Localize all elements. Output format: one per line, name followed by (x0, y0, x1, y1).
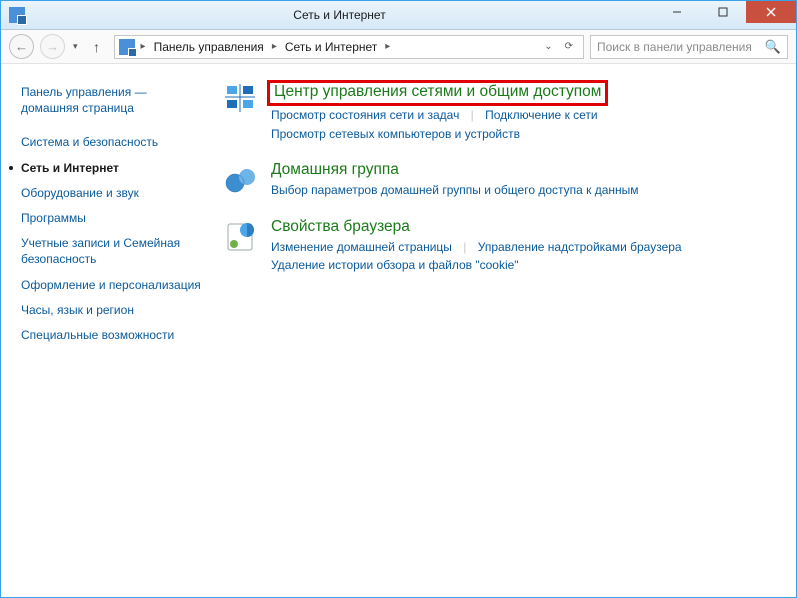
chevron-right-icon[interactable]: ▸ (383, 41, 392, 52)
main-area: Панель управления — домашняя страница Си… (1, 64, 796, 597)
sidebar-item-hardware-sound[interactable]: Оборудование и звук (21, 185, 201, 201)
category-title-homegroup[interactable]: Домашняя группа (271, 161, 399, 179)
sidebar-item-accounts-family[interactable]: Учетные записи и Семейная безопасность (21, 235, 201, 267)
sidebar-item-accessibility[interactable]: Специальные возможности (21, 327, 201, 343)
link-view-network-status[interactable]: Просмотр состояния сети и задач (271, 108, 459, 122)
sidebar-home[interactable]: Панель управления — домашняя страница (21, 84, 201, 116)
link-manage-addons[interactable]: Управление надстройками браузера (478, 240, 682, 254)
sidebar-item-system-security[interactable]: Система и безопасность (21, 134, 201, 150)
address-row: ← → ▾ ↑ ▸ Панель управления ▸ Сеть и Инт… (1, 30, 796, 64)
forward-button[interactable]: → (40, 34, 65, 59)
address-bar[interactable]: ▸ Панель управления ▸ Сеть и Интернет ▸ … (114, 35, 584, 59)
link-change-homepage[interactable]: Изменение домашней страницы (271, 240, 452, 254)
app-icon (9, 7, 25, 23)
search-input[interactable]: Поиск в панели управления 🔍 (590, 35, 788, 59)
category-internet-options: Свойства браузера Изменение домашней стр… (225, 218, 776, 275)
link-homegroup-settings[interactable]: Выбор параметров домашней группы и общег… (271, 183, 639, 197)
close-button[interactable] (746, 1, 796, 23)
search-placeholder: Поиск в панели управления (597, 40, 765, 54)
sidebar: Панель управления — домашняя страница Си… (1, 64, 211, 597)
homegroup-icon (225, 163, 259, 197)
category-title-network-sharing[interactable]: Центр управления сетями и общим доступом (274, 83, 601, 101)
window-controls (654, 1, 796, 29)
window-title: Сеть и Интернет (25, 8, 654, 22)
refresh-icon[interactable]: ⟳ (561, 41, 577, 52)
link-connect-network[interactable]: Подключение к сети (485, 108, 597, 122)
address-dropdown-icon[interactable]: ⌄ (540, 41, 556, 52)
breadcrumb-item-2[interactable]: Сеть и Интернет (279, 36, 383, 58)
network-sharing-icon (225, 84, 259, 118)
link-delete-history-cookies[interactable]: Удаление истории обзора и файлов "cookie… (271, 258, 519, 272)
maximize-button[interactable] (700, 1, 746, 23)
sidebar-item-clock-language[interactable]: Часы, язык и регион (21, 302, 201, 318)
back-button[interactable]: ← (9, 34, 34, 59)
category-homegroup: Домашняя группа Выбор параметров домашне… (225, 161, 776, 200)
highlight-annotation: Центр управления сетями и общим доступом (267, 80, 608, 106)
category-network-sharing: Центр управления сетями и общим доступом… (225, 82, 776, 143)
content-pane: Центр управления сетями и общим доступом… (211, 64, 796, 597)
minimize-button[interactable] (654, 1, 700, 23)
category-title-internet-options[interactable]: Свойства браузера (271, 218, 410, 236)
sidebar-item-network-internet[interactable]: Сеть и Интернет (21, 160, 201, 176)
chevron-right-icon[interactable]: ▸ (139, 41, 148, 52)
breadcrumb-item-1[interactable]: Панель управления (148, 36, 270, 58)
search-icon[interactable]: 🔍 (765, 39, 781, 55)
sidebar-item-programs[interactable]: Программы (21, 210, 201, 226)
chevron-right-icon[interactable]: ▸ (270, 41, 279, 52)
internet-options-icon (225, 220, 259, 254)
sidebar-item-appearance[interactable]: Оформление и персонализация (21, 277, 201, 293)
history-dropdown-icon[interactable]: ▾ (71, 41, 80, 52)
titlebar: Сеть и Интернет (1, 1, 796, 30)
address-icon (119, 39, 135, 55)
up-button[interactable]: ↑ (86, 36, 108, 58)
link-view-network-devices[interactable]: Просмотр сетевых компьютеров и устройств (271, 127, 520, 141)
